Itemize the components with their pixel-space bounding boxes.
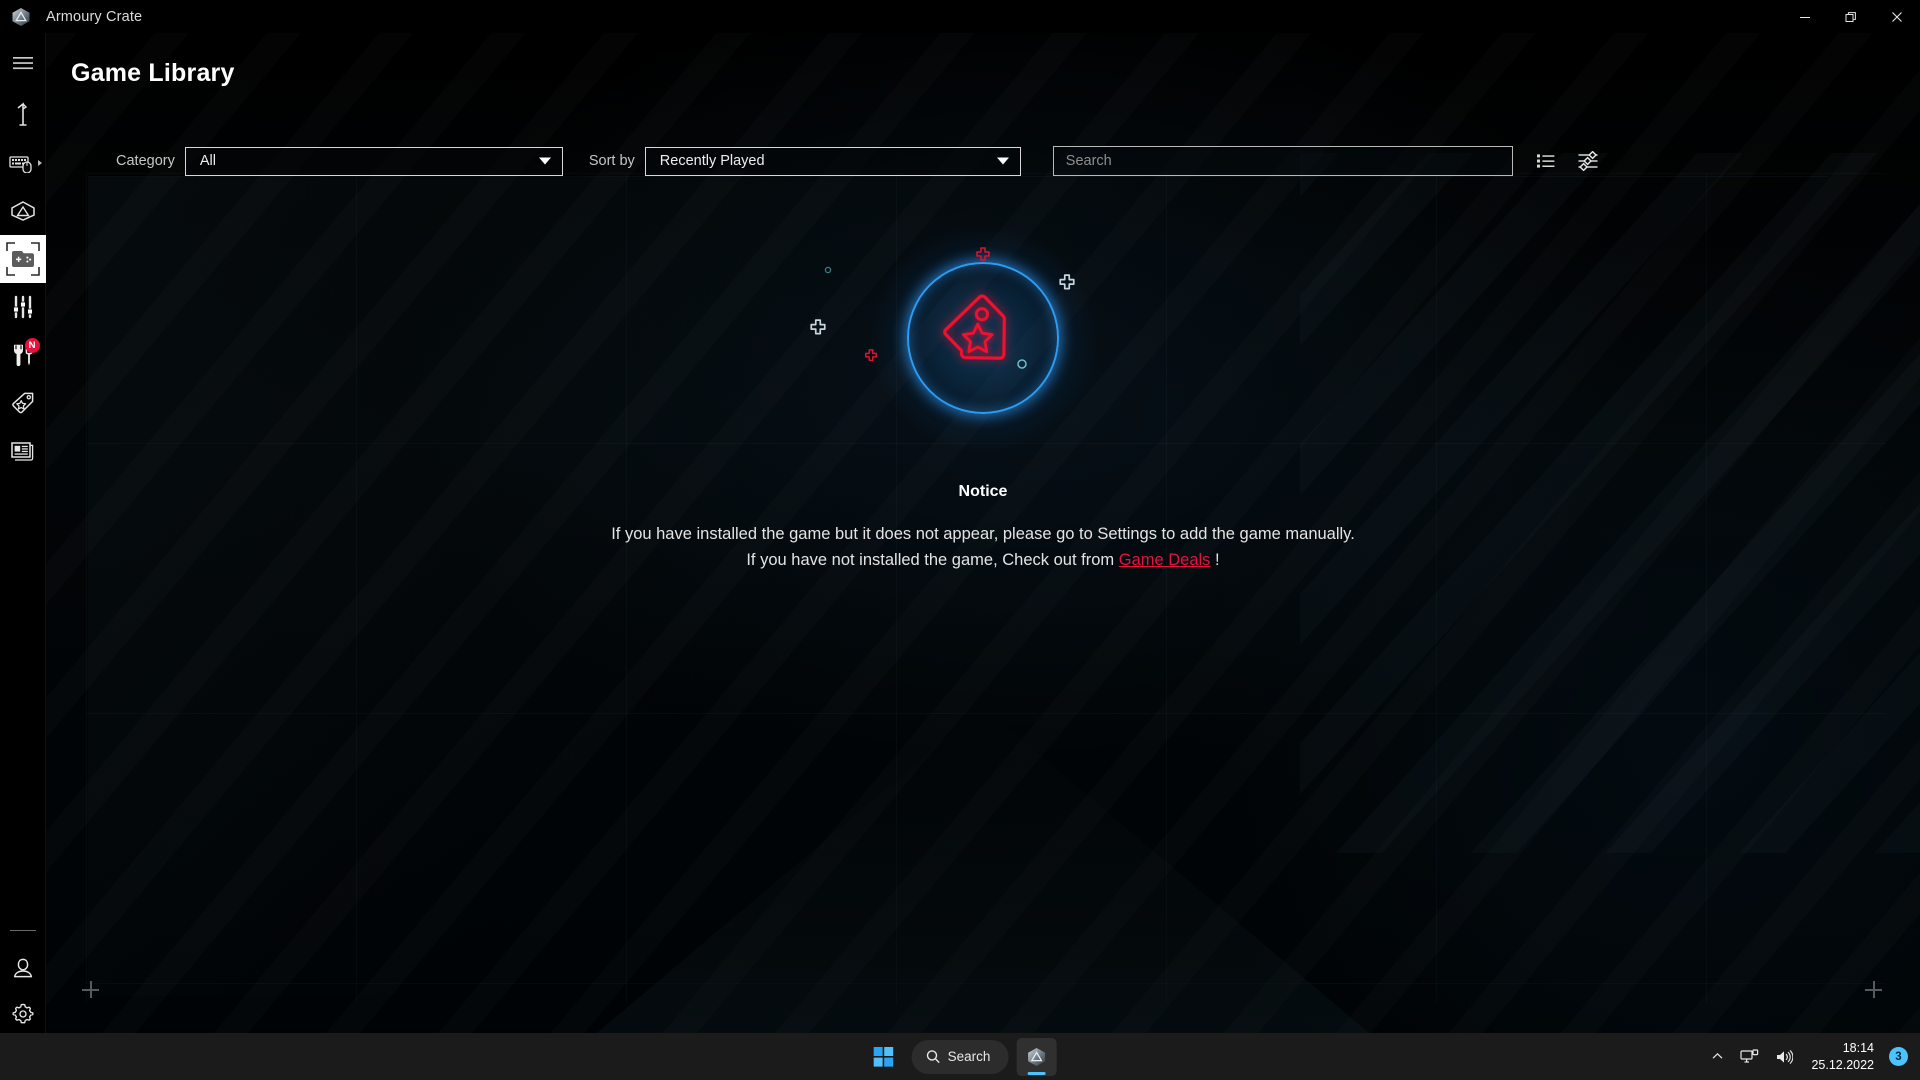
- sidebar-divider: [9, 930, 36, 931]
- sidebar-item-scenario-profiles[interactable]: [0, 283, 46, 331]
- main-content: Game Library Category All Sort by Recent…: [46, 33, 1920, 1047]
- minimize-button[interactable]: [1782, 0, 1828, 33]
- chevron-right-icon: [37, 160, 42, 166]
- list-view-icon: [1536, 154, 1555, 168]
- filter-sliders-icon: [1578, 151, 1598, 171]
- taskbar-app-armoury-crate[interactable]: [1016, 1037, 1057, 1076]
- sprite-plus-white-2: [810, 319, 826, 335]
- restore-icon: [1845, 11, 1856, 22]
- sidebar-item-game-library[interactable]: [0, 235, 46, 283]
- sidebar-menu-toggle[interactable]: [0, 45, 46, 81]
- list-view-button[interactable]: [1529, 144, 1563, 178]
- notice-line-2-prefix: If you have not installed the game, Chec…: [746, 550, 1115, 569]
- chevron-down-icon: [538, 157, 551, 165]
- user-avatar-icon: [13, 958, 32, 978]
- window-titlebar: Armoury Crate: [0, 0, 1920, 33]
- taskbar-search-button[interactable]: Search: [911, 1039, 1009, 1074]
- filter-button[interactable]: [1571, 144, 1605, 178]
- notification-badge[interactable]: 3: [1889, 1047, 1908, 1066]
- price-tag-icon: [11, 392, 33, 414]
- sprite-plus-red-1: [976, 247, 990, 261]
- notice-heading: Notice: [958, 483, 1008, 500]
- sidebar-bottom: [0, 930, 46, 1047]
- windows-start-icon: [873, 1046, 894, 1067]
- volume-icon: [1777, 1049, 1794, 1064]
- sidebar-item-tools[interactable]: N: [0, 331, 46, 379]
- sort-by-dropdown[interactable]: Recently Played: [644, 146, 1021, 176]
- corner-marker-right: [1865, 981, 1882, 998]
- notice-line-2: If you have not installed the game, Chec…: [611, 548, 1355, 574]
- sidebar-nav: N: [0, 91, 46, 475]
- tray-overflow-button[interactable]: [1704, 1038, 1731, 1076]
- sprite-plus-white-1: [1059, 274, 1075, 290]
- sort-by-value: Recently Played: [659, 153, 765, 169]
- keyboard-mouse-icon: [8, 156, 32, 173]
- gear-icon: [11, 1003, 34, 1024]
- category-dropdown[interactable]: All: [184, 146, 563, 176]
- window-title: Armoury Crate: [46, 8, 143, 25]
- news-icon: [10, 442, 33, 461]
- start-button[interactable]: [864, 1038, 904, 1076]
- background-chevron: [533, 707, 1433, 1047]
- sprite-dot-teal-2: [1017, 359, 1027, 369]
- sidebar-item-device-info[interactable]: [0, 91, 46, 139]
- search-input[interactable]: [1052, 146, 1513, 176]
- clock-time: 18:14: [1842, 1041, 1874, 1055]
- chevron-up-icon: [1713, 1052, 1723, 1059]
- aura-sync-icon: [10, 201, 35, 221]
- sliders-icon: [12, 295, 33, 319]
- sprite-plus-red-2: [865, 349, 877, 362]
- sidebar-item-settings[interactable]: [0, 991, 46, 1037]
- library-toolbar: Category All Sort by Recently Played: [46, 141, 1920, 181]
- sidebar: N: [0, 33, 46, 1047]
- screen: Armoury Crate N Game Library Category Al…: [0, 0, 1920, 1080]
- corner-marker-left: [82, 981, 99, 998]
- tray-network-button[interactable]: [1733, 1038, 1766, 1076]
- taskbar-center-group: Search: [864, 1037, 1057, 1076]
- armoury-crate-taskbar-icon: [1027, 1047, 1045, 1066]
- notice-body: If you have installed the game but it do…: [611, 522, 1355, 573]
- hamburger-menu-icon: [12, 57, 33, 70]
- armoury-crate-logo: [10, 6, 32, 28]
- sidebar-item-aura-sync[interactable]: [0, 187, 46, 235]
- tray-volume-button[interactable]: [1768, 1038, 1800, 1076]
- empty-state-artwork: [773, 223, 1193, 453]
- sidebar-item-news[interactable]: [0, 427, 46, 475]
- search-icon: [926, 1050, 940, 1064]
- page-title: Game Library: [71, 59, 235, 87]
- game-library-icon: [5, 242, 40, 276]
- restore-button[interactable]: [1828, 0, 1874, 33]
- windows-taskbar: Search 18:14 25.12.2022 3: [0, 1033, 1920, 1080]
- search-field-wrapper: [1052, 146, 1513, 176]
- category-value: All: [199, 153, 216, 169]
- minimize-icon: [1800, 16, 1810, 18]
- category-label: Category: [116, 153, 175, 169]
- tools-new-badge: N: [24, 338, 40, 353]
- device-info-icon: [17, 102, 27, 126]
- system-tray: 18:14 25.12.2022 3: [1704, 1033, 1920, 1080]
- notice-line-2-suffix: !: [1215, 550, 1220, 569]
- sidebar-item-keyboard-mouse[interactable]: [0, 139, 46, 187]
- sidebar-item-user-profile[interactable]: [0, 945, 46, 991]
- price-tag-star-icon: [923, 276, 1043, 401]
- empty-state: Notice If you have installed the game bu…: [46, 223, 1920, 573]
- close-button[interactable]: [1874, 0, 1920, 33]
- clock-date: 25.12.2022: [1811, 1057, 1874, 1072]
- sprite-dot-teal-1: [824, 266, 832, 274]
- close-icon: [1892, 11, 1902, 22]
- taskbar-search-label: Search: [947, 1049, 991, 1064]
- notice-line-1: If you have installed the game but it do…: [611, 525, 1355, 543]
- taskbar-clock[interactable]: 18:14 25.12.2022: [1802, 1038, 1883, 1076]
- sidebar-item-game-deals[interactable]: [0, 379, 46, 427]
- game-deals-link[interactable]: Game Deals: [1119, 551, 1211, 569]
- network-icon: [1740, 1048, 1759, 1063]
- sort-by-label: Sort by: [588, 153, 635, 169]
- chevron-down-icon: [996, 157, 1009, 165]
